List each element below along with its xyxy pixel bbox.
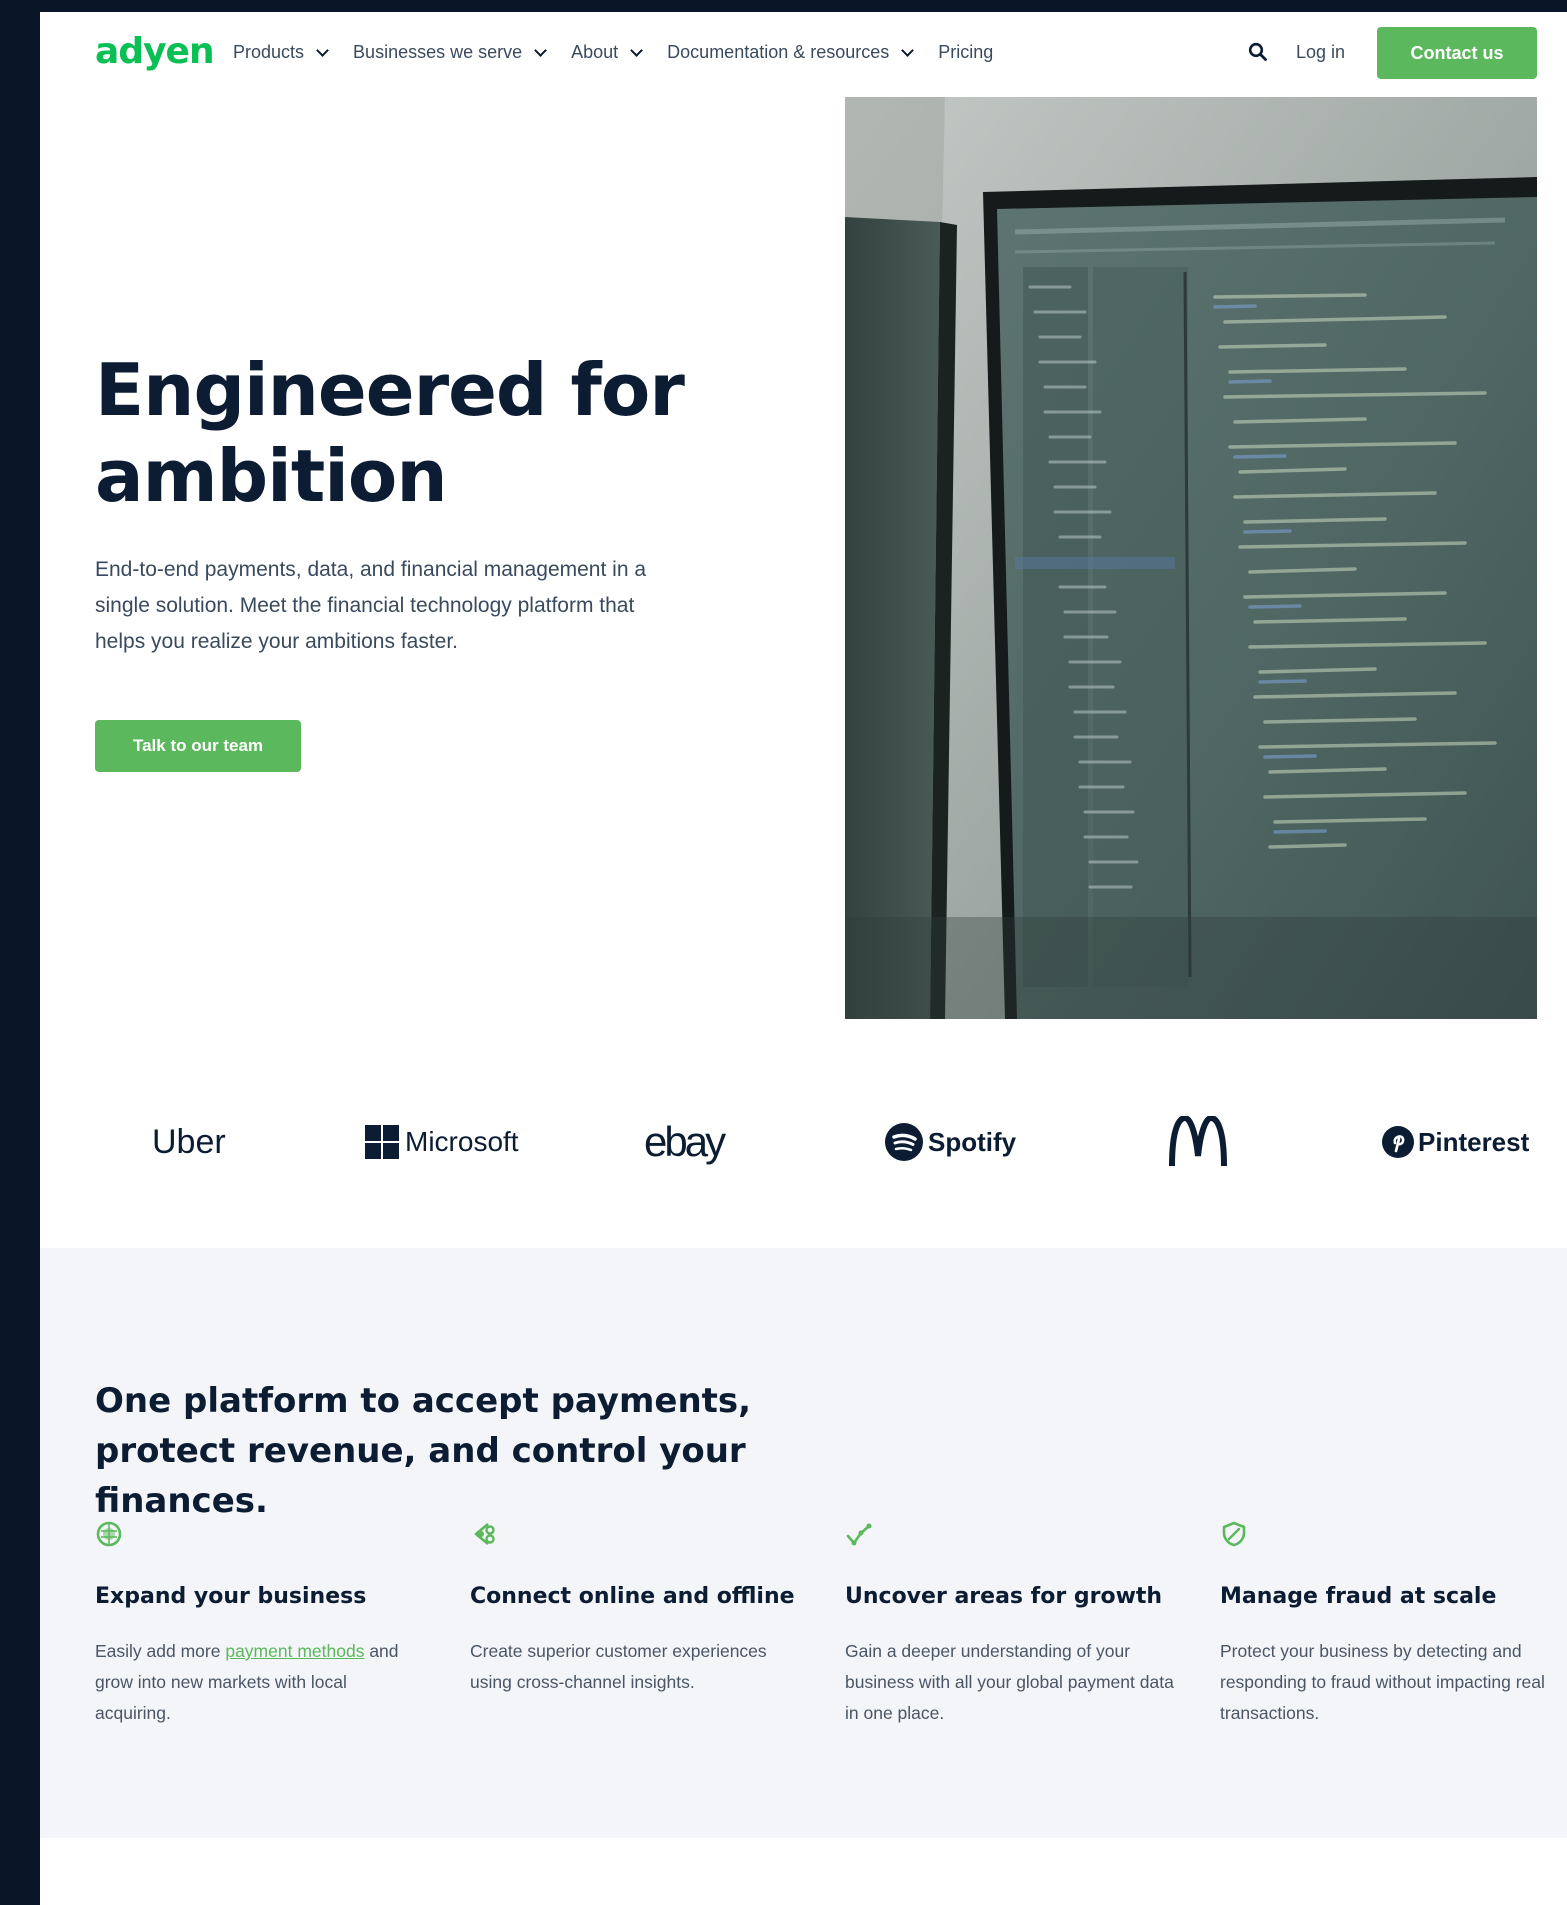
nav-item-businesses[interactable]: Businesses we serve xyxy=(353,42,547,63)
top-navigation: adyen Products Businesses we serve About… xyxy=(40,12,1567,92)
chevron-down-icon xyxy=(316,43,329,57)
spotify-logo-text: Spotify xyxy=(928,1126,1017,1157)
nav-links: Products Businesses we serve About Docum… xyxy=(233,42,1019,63)
hero-image-code-monitor xyxy=(845,97,1537,1019)
feature-connect-online-offline: Connect online and offline Create superi… xyxy=(470,1520,800,1698)
features-title: One platform to accept payments, protect… xyxy=(95,1381,752,1521)
nav-item-label: Businesses we serve xyxy=(353,42,523,62)
uber-logo-text: Uber xyxy=(152,1122,226,1161)
mcdonalds-logo xyxy=(1168,1097,1228,1187)
payment-methods-link[interactable]: payment methods xyxy=(225,1641,364,1661)
features-section: One platform to accept payments, protect… xyxy=(40,1248,1567,1838)
shield-icon xyxy=(1222,1521,1246,1547)
ebay-logo-text: ebay xyxy=(644,1118,726,1165)
contact-us-button[interactable]: Contact us xyxy=(1377,27,1537,79)
nav-item-label: About xyxy=(571,42,619,62)
globe-icon xyxy=(96,1521,122,1547)
feature-text: Easily add more payment methods and grow… xyxy=(95,1636,425,1729)
spotify-icon xyxy=(885,1123,923,1161)
feature-title: Manage fraud at scale xyxy=(1220,1584,1497,1609)
nav-item-about[interactable]: About xyxy=(571,42,644,63)
nav-item-documentation[interactable]: Documentation & resources xyxy=(667,42,915,63)
microsoft-logo-text: Microsoft xyxy=(405,1126,519,1157)
nav-item-label: Products xyxy=(233,42,305,62)
login-link[interactable]: Log in xyxy=(1296,42,1345,63)
connect-icon xyxy=(474,1523,495,1545)
feature-manage-fraud: Manage fraud at scale Protect your busin… xyxy=(1220,1520,1550,1729)
pinterest-logo: Pinterest xyxy=(1382,1097,1529,1187)
golden-arches-icon xyxy=(1169,1116,1227,1167)
nav-item-pricing[interactable]: Pricing xyxy=(938,42,993,63)
nav-item-products[interactable]: Products xyxy=(233,42,329,63)
feature-text-start: Easily add more xyxy=(95,1641,226,1661)
search-icon[interactable] xyxy=(1248,42,1268,62)
feature-title: Expand your business xyxy=(95,1584,367,1609)
page: adyen Products Businesses we serve About… xyxy=(40,12,1567,1905)
microsoft-squares-icon xyxy=(365,1125,399,1159)
feature-uncover-growth: Uncover areas for growth Gain a deeper u… xyxy=(845,1520,1175,1729)
ebay-logo: ebay xyxy=(644,1097,726,1187)
talk-to-team-button[interactable]: Talk to our team xyxy=(95,720,301,772)
hero-title: Engineered for ambition xyxy=(95,348,685,518)
customer-logos: Uber Microsoft ebay Spotify Pinterest xyxy=(40,1097,1567,1187)
adyen-logo[interactable]: adyen xyxy=(95,34,215,70)
microsoft-logo: Microsoft xyxy=(365,1097,519,1187)
spotify-logo: Spotify xyxy=(885,1097,1016,1187)
uber-logo: Uber xyxy=(152,1097,226,1187)
growth-chart-icon xyxy=(846,1523,872,1546)
chevron-down-icon xyxy=(534,43,547,57)
feature-title: Uncover areas for growth xyxy=(845,1584,1163,1609)
nav-item-label: Documentation & resources xyxy=(667,42,890,62)
chevron-down-icon xyxy=(901,43,915,57)
pinterest-logo-text: Pinterest xyxy=(1418,1126,1530,1157)
feature-title: Connect online and offline xyxy=(470,1584,795,1609)
feature-text: Gain a deeper understanding of your busi… xyxy=(845,1641,1174,1723)
nav-item-label: Pricing xyxy=(938,42,994,62)
pinterest-icon xyxy=(1382,1126,1414,1158)
hero-description: End-to-end payments, data, and financial… xyxy=(95,558,647,653)
feature-text: Protect your business by detecting and r… xyxy=(1220,1641,1545,1723)
feature-text: Create superior customer experiences usi… xyxy=(470,1641,767,1692)
chevron-down-icon xyxy=(630,43,644,57)
feature-expand-business: Expand your business Easily add more pay… xyxy=(95,1520,425,1729)
